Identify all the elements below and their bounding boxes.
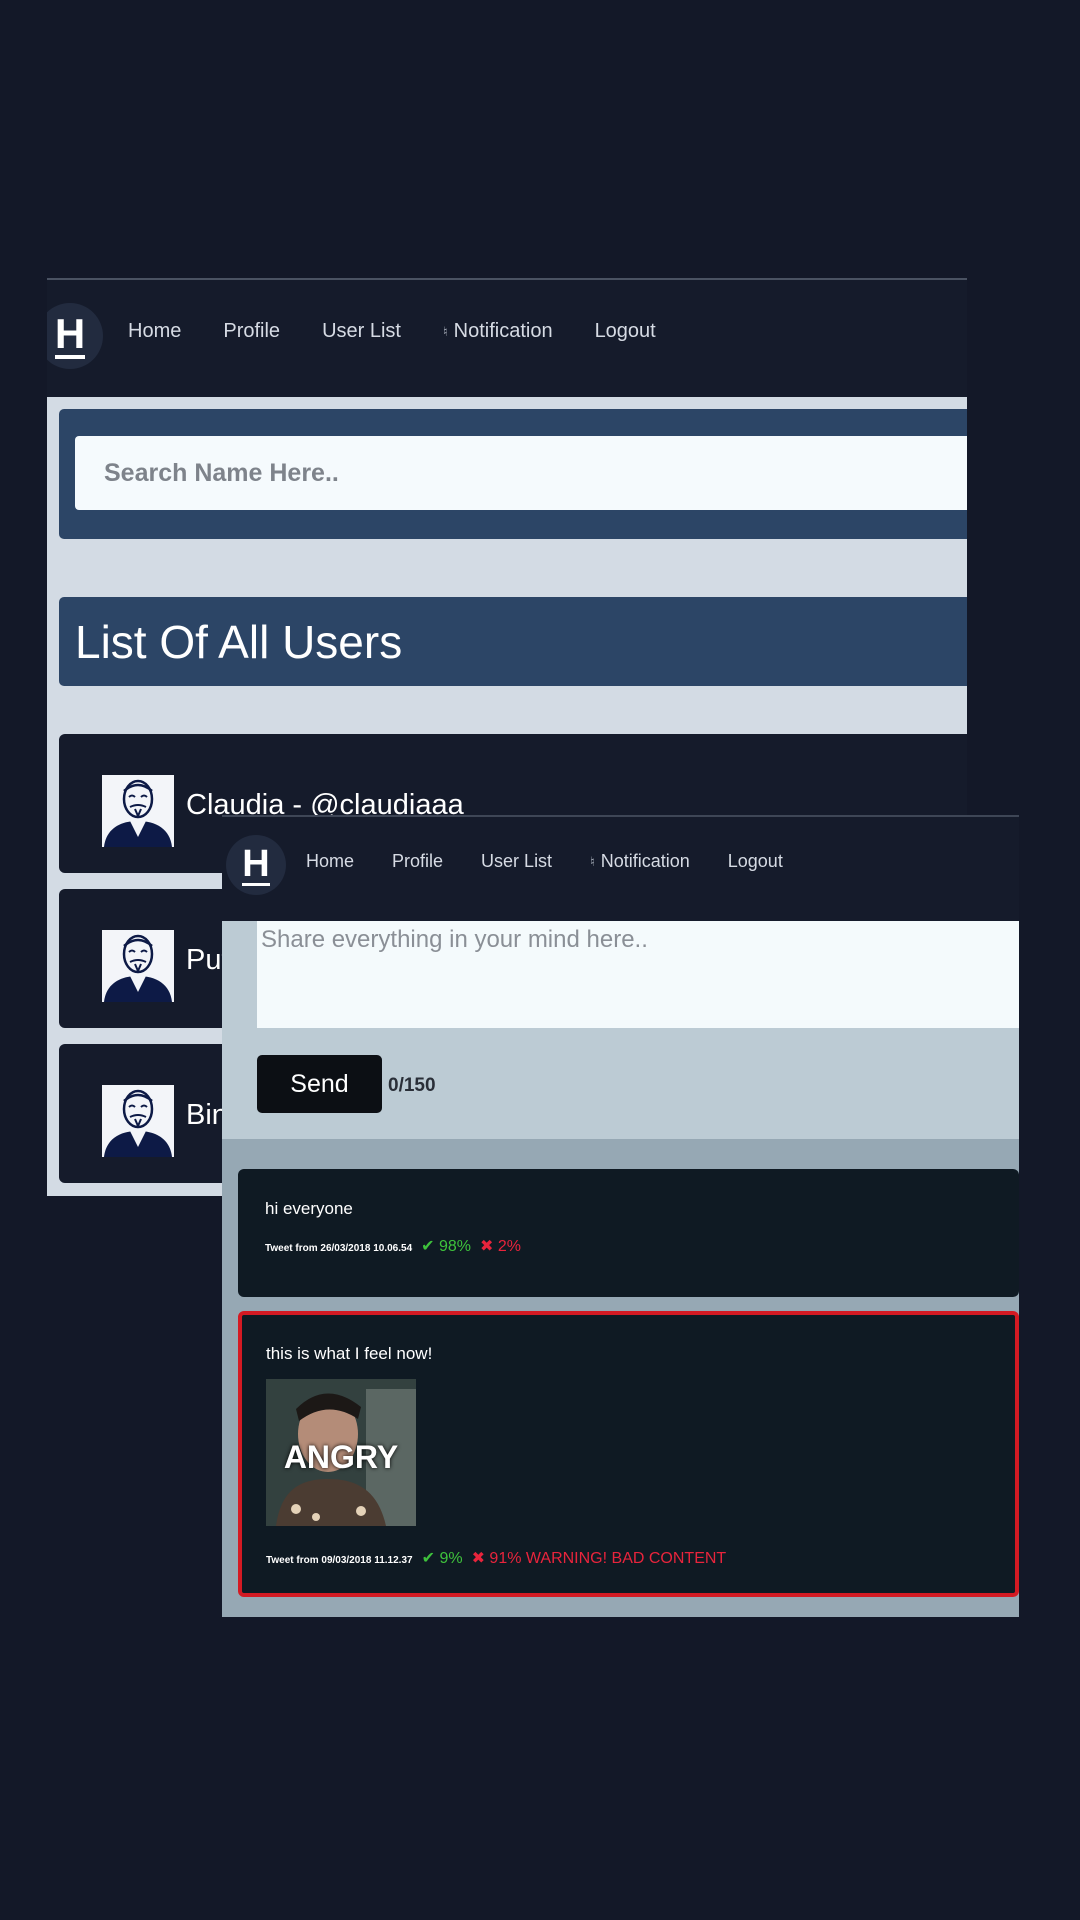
tweet-text: hi everyone bbox=[265, 1199, 353, 1218]
negative-score-value: 91% WARNING! BAD CONTENT bbox=[489, 1550, 727, 1567]
nav-user-list[interactable]: User List bbox=[481, 851, 552, 872]
logo-letter: H bbox=[242, 842, 270, 886]
nav-user-list[interactable]: User List bbox=[322, 320, 401, 343]
navbar: H Home Profile User List ♮ Notification … bbox=[47, 280, 967, 397]
logo-letter: H bbox=[54, 310, 86, 359]
anonymous-mask-icon bbox=[104, 934, 172, 1002]
feed-screenshot: H Home Profile User List ♮ Notification … bbox=[222, 815, 1019, 1617]
logo[interactable]: H bbox=[226, 835, 286, 895]
check-icon: ✔ bbox=[421, 1550, 435, 1567]
check-icon: ✔ bbox=[421, 1238, 435, 1255]
avatar bbox=[102, 930, 174, 1002]
nav-profile[interactable]: Profile bbox=[392, 851, 443, 872]
nav-notification-label: Notification bbox=[600, 851, 690, 871]
image-caption: ANGRY bbox=[283, 1439, 399, 1475]
char-counter: 0/150 bbox=[388, 1075, 436, 1096]
anonymous-mask-icon bbox=[104, 1089, 172, 1157]
positive-score: ✔ 9% bbox=[422, 1548, 463, 1568]
search-input[interactable] bbox=[75, 436, 967, 510]
tweet-date: Tweet from 26/03/2018 10.06.54 bbox=[265, 1243, 413, 1254]
nav-home[interactable]: Home bbox=[306, 851, 354, 872]
navbar: H Home Profile User List ♮ Notification … bbox=[222, 817, 1019, 921]
tweet-text: this is what I feel now! bbox=[266, 1344, 433, 1363]
nav-logout[interactable]: Logout bbox=[728, 851, 783, 872]
anonymous-mask-icon bbox=[104, 779, 172, 847]
negative-score-value: 2% bbox=[497, 1238, 522, 1255]
tweet-date: Tweet from 09/03/2018 11.12.37 bbox=[266, 1555, 413, 1566]
page-title: List Of All Users bbox=[75, 616, 403, 668]
bell-icon: ♮ bbox=[590, 853, 595, 869]
logo[interactable]: H bbox=[47, 303, 103, 369]
tweet-image[interactable]: ANGRY bbox=[266, 1379, 416, 1526]
nav-notification-label: Notification bbox=[453, 320, 553, 342]
list-title-panel: List Of All Users bbox=[59, 597, 967, 686]
avatar bbox=[102, 775, 174, 847]
avatar bbox=[102, 1085, 174, 1157]
negative-score: ✖ 2% bbox=[480, 1236, 521, 1256]
negative-score: ✖ 91% WARNING! BAD CONTENT bbox=[472, 1548, 727, 1568]
tweet-input[interactable] bbox=[257, 921, 1019, 1028]
positive-score: ✔ 98% bbox=[421, 1236, 471, 1256]
nav-profile[interactable]: Profile bbox=[223, 320, 280, 343]
tweet-composer: Send 0/150 bbox=[222, 921, 1019, 1139]
positive-score-value: 9% bbox=[439, 1550, 463, 1567]
cross-icon: ✖ bbox=[471, 1550, 485, 1567]
positive-score-value: 98% bbox=[439, 1238, 472, 1255]
nav-links: Home Profile User List ♮ Notification Lo… bbox=[306, 851, 783, 872]
nav-notification[interactable]: ♮ Notification bbox=[443, 320, 553, 343]
tweet-meta: Tweet from 09/03/2018 11.12.37 ✔ 9% ✖ 91… bbox=[266, 1548, 726, 1568]
bell-icon: ♮ bbox=[442, 323, 448, 339]
nav-notification[interactable]: ♮ Notification bbox=[590, 851, 690, 872]
tweet-card-flagged: this is what I feel now! ANGRY Tweet fro… bbox=[238, 1311, 1019, 1597]
tweet-card: hi everyone Tweet from 26/03/2018 10.06.… bbox=[238, 1169, 1019, 1297]
nav-logout[interactable]: Logout bbox=[595, 320, 656, 343]
nav-home[interactable]: Home bbox=[128, 320, 181, 343]
search-panel bbox=[59, 409, 967, 539]
cross-icon: ✖ bbox=[480, 1238, 494, 1255]
send-button[interactable]: Send bbox=[257, 1055, 382, 1113]
nav-links: Home Profile User List ♮ Notification Lo… bbox=[128, 320, 656, 343]
tweet-meta: Tweet from 26/03/2018 10.06.54 ✔ 98% ✖ 2… bbox=[265, 1236, 521, 1256]
